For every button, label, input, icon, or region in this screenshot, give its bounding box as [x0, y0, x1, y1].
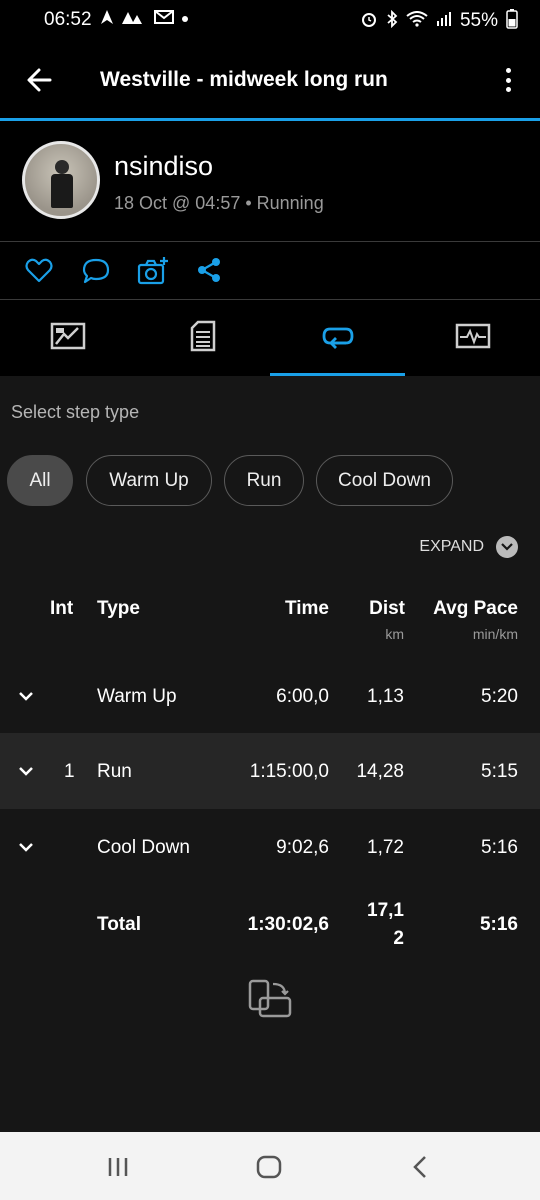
- battery-icon: [506, 9, 518, 33]
- activity-profile: nsindiso 18 Oct @ 04:57 • Running: [0, 121, 540, 241]
- wifi-icon: [406, 11, 428, 31]
- table-row[interactable]: 1 Run 1:15:00,0 14,28 5:15: [0, 733, 540, 809]
- chevron-down-icon[interactable]: [18, 688, 34, 704]
- chip-cool-down[interactable]: Cool Down: [316, 455, 453, 506]
- total-label: Total: [97, 914, 141, 935]
- repeat-icon: [320, 322, 356, 355]
- tab-summary[interactable]: [0, 300, 135, 376]
- back-arrow-icon[interactable]: [24, 64, 56, 96]
- row-time: 1:15:00,0: [249, 761, 329, 782]
- page-title: Westville - midweek long run: [100, 68, 388, 91]
- total-dist-line2: 2: [393, 928, 404, 949]
- gmail-icon: [154, 10, 174, 28]
- navigation-icon: [100, 9, 114, 29]
- chevron-down-icon: [496, 536, 518, 558]
- row-pace: 5:15: [481, 761, 518, 782]
- alarm-icon: [360, 10, 378, 32]
- social-actions: [0, 242, 540, 299]
- total-row: Total 1:30:02,6 17,1 2 5:16: [0, 888, 540, 964]
- col-header-type: Type: [97, 598, 140, 619]
- notification-dot: [182, 16, 188, 22]
- recent-apps-icon[interactable]: [104, 1154, 132, 1180]
- strava-icon: [122, 10, 146, 28]
- row-dist: 14,28: [356, 761, 404, 782]
- col-header-time: Time: [284, 598, 329, 619]
- signal-icon: [436, 11, 452, 31]
- activity-meta: 18 Oct @ 04:57 • Running: [114, 193, 324, 213]
- home-icon[interactable]: [255, 1154, 283, 1180]
- system-nav-bar: [0, 1132, 540, 1200]
- tab-stats[interactable]: [405, 300, 540, 376]
- app-bar: Westville - midweek long run: [0, 40, 540, 120]
- chip-warm-up[interactable]: Warm Up: [86, 455, 212, 506]
- step-type-label: Select step type: [11, 402, 140, 422]
- active-tab-indicator: [270, 373, 405, 376]
- col-header-dist: Dist: [369, 598, 405, 619]
- add-photo-icon[interactable]: [137, 256, 168, 286]
- chevron-down-icon[interactable]: [18, 839, 34, 855]
- pulse-icon: [455, 322, 491, 355]
- document-icon: [190, 320, 216, 357]
- chip-all[interactable]: All: [7, 455, 73, 506]
- battery-percent: 55%: [459, 10, 498, 31]
- more-options-icon[interactable]: [498, 64, 518, 96]
- row-type: Warm Up: [97, 686, 177, 707]
- col-header-avg-pace: Avg Pace: [433, 598, 518, 619]
- tab-laps[interactable]: [270, 300, 405, 376]
- share-icon[interactable]: [195, 256, 225, 286]
- col-header-int: Int: [50, 598, 74, 619]
- table-row[interactable]: Warm Up 6:00,0 1,13 5:20: [0, 658, 540, 734]
- total-pace: 5:16: [479, 914, 518, 935]
- expand-button[interactable]: EXPAND: [419, 536, 518, 558]
- tab-details[interactable]: [135, 300, 270, 376]
- username[interactable]: nsindiso: [114, 151, 213, 182]
- chevron-down-icon[interactable]: [18, 763, 34, 779]
- chart-icon: [50, 322, 86, 355]
- avatar[interactable]: [22, 141, 100, 219]
- activity-tabs: [0, 300, 540, 376]
- status-bar: 06:52 55%: [0, 0, 540, 40]
- bluetooth-icon: [386, 9, 398, 32]
- row-type: Run: [97, 761, 132, 782]
- row-pace: 5:16: [481, 837, 518, 858]
- rotate-screen-icon[interactable]: [247, 978, 293, 1020]
- unit-dist: km: [385, 626, 404, 642]
- unit-pace: min/km: [472, 626, 518, 642]
- like-icon[interactable]: [24, 256, 54, 286]
- table-row[interactable]: Cool Down 9:02,6 1,72 5:16: [0, 809, 540, 885]
- row-dist: 1,72: [367, 837, 404, 858]
- row-time: 9:02,6: [276, 837, 329, 858]
- back-icon[interactable]: [407, 1154, 435, 1180]
- status-time: 06:52: [44, 9, 92, 30]
- row-dist: 1,13: [367, 686, 404, 707]
- row-int: 1: [64, 761, 75, 782]
- row-type: Cool Down: [97, 837, 190, 858]
- chip-run[interactable]: Run: [224, 455, 304, 506]
- row-pace: 5:20: [481, 686, 518, 707]
- comment-icon[interactable]: [81, 256, 111, 286]
- expand-label: EXPAND: [419, 538, 484, 555]
- row-time: 6:00,0: [276, 686, 329, 707]
- total-dist-line1: 17,1: [367, 900, 404, 921]
- total-time: 1:30:02,6: [247, 914, 329, 935]
